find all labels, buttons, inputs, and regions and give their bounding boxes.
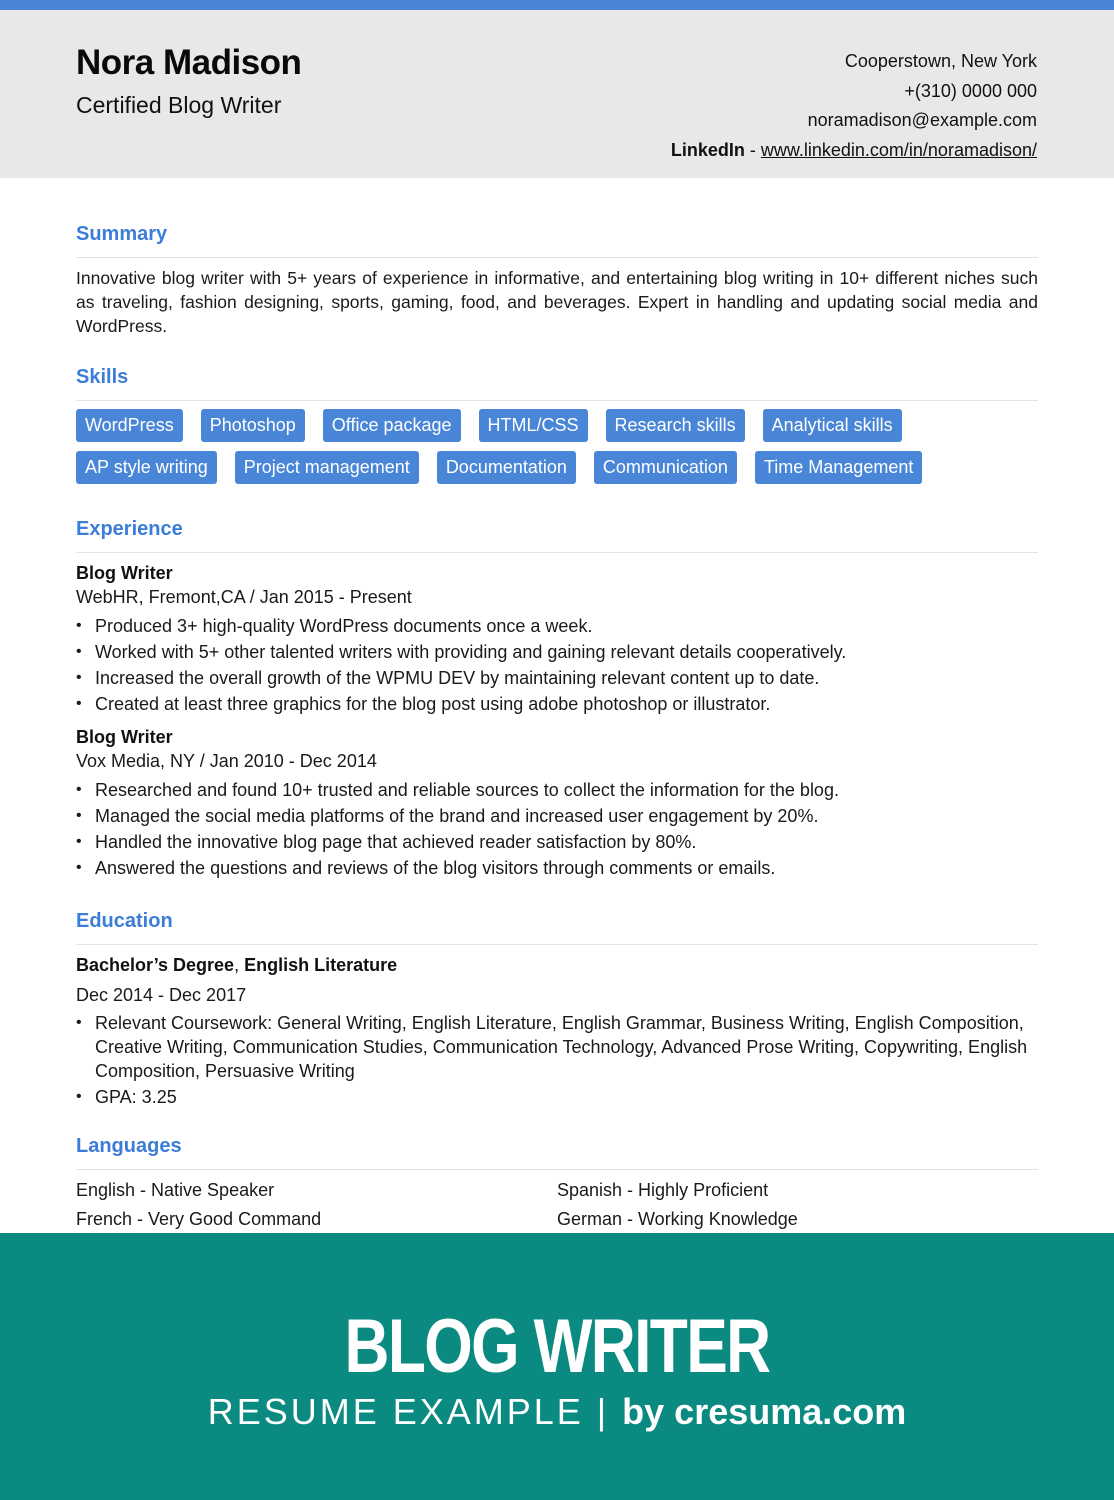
skills-section: Skills WordPress Photoshop Office packag…	[76, 363, 1038, 493]
candidate-name: Nora Madison	[76, 43, 302, 82]
contact-location: Cooperstown, New York	[844, 51, 1037, 71]
skill-tag: Project management	[234, 451, 419, 484]
summary-text: Innovative blog writer with 5+ years of …	[76, 268, 1038, 336]
section-title-experience: Experience	[76, 518, 183, 540]
skill-row: AP style writing Project management Docu…	[76, 451, 1038, 484]
bullet-item: Handled the innovative blog page that ac…	[76, 829, 1038, 855]
skill-tag: HTML/CSS	[478, 409, 588, 442]
section-divider	[76, 552, 1038, 553]
section-title-education: Education	[76, 910, 173, 932]
bullet-item: Relevant Coursework: General Writing, En…	[76, 1011, 1038, 1083]
degree-field: English Literature	[244, 955, 398, 975]
skill-tag: Office package	[322, 409, 461, 442]
promo-banner: BLOG WRITER RESUME EXAMPLE | by cresuma.…	[0, 1233, 1114, 1500]
section-divider	[76, 257, 1038, 258]
skill-tag: Analytical skills	[762, 409, 902, 442]
summary-section: Summary Innovative blog writer with 5+ y…	[76, 220, 1038, 338]
top-accent-bar	[0, 0, 1114, 10]
degree-separator: ,	[234, 955, 245, 975]
skill-tag: Time Management	[754, 451, 923, 484]
language-item: English - Native Speaker	[76, 1180, 275, 1200]
candidate-title: Certified Blog Writer	[76, 92, 282, 118]
job-role: Blog Writer	[76, 563, 173, 583]
job-bullets: Produced 3+ high-quality WordPress docum…	[76, 613, 1038, 717]
skill-tag: AP style writing	[76, 451, 217, 484]
experience-section: Experience Blog Writer WebHR, Fremont,CA…	[76, 515, 1038, 881]
education-section: Education Bachelor’s Degree, English Lit…	[76, 907, 1038, 1111]
languages-section: Languages English - Native Speaker Spani…	[76, 1132, 1038, 1234]
banner-site-credit: by cresuma.com	[622, 1391, 907, 1432]
bullet-item: Managed the social media platforms of th…	[76, 803, 1038, 829]
section-divider	[76, 944, 1038, 945]
bullet-item: Created at least three graphics for the …	[76, 691, 1038, 717]
skills-list: WordPress Photoshop Office package HTML/…	[76, 409, 1038, 484]
linkedin-link[interactable]: www.linkedin.com/in/noramadison/	[761, 140, 1037, 160]
section-divider	[76, 1169, 1038, 1170]
bullet-item: Increased the overall growth of the WPMU…	[76, 665, 1038, 691]
bullet-item: GPA: 3.25	[76, 1085, 1038, 1109]
skill-tag: Photoshop	[200, 409, 305, 442]
banner-subtitle: RESUME EXAMPLE | by cresuma.com	[0, 1391, 1114, 1433]
language-item: Spanish - Highly Proficient	[557, 1180, 769, 1200]
skill-tag: Communication	[593, 451, 737, 484]
bullet-item: Answered the questions and reviews of th…	[76, 855, 1038, 881]
resume-header: Nora Madison Certified Blog Writer Coope…	[0, 10, 1114, 178]
bullet-item: Worked with 5+ other talented writers wi…	[76, 639, 1038, 665]
job-entry: Blog Writer WebHR, Fremont,CA / Jan 2015…	[76, 561, 1038, 717]
degree-line: Bachelor’s Degree, English Literature	[76, 953, 1038, 977]
section-title-languages: Languages	[76, 1135, 182, 1157]
language-item: French - Very Good Command	[76, 1209, 322, 1229]
contact-phone: +(310) 0000 000	[904, 80, 1037, 101]
section-title-skills: Skills	[76, 366, 129, 388]
education-dates: Dec 2014 - Dec 2017	[76, 985, 247, 1005]
skill-row: WordPress Photoshop Office package HTML/…	[76, 409, 1038, 442]
contact-email: noramadison@example.com	[807, 110, 1037, 130]
job-bullets: Researched and found 10+ trusted and rel…	[76, 777, 1038, 881]
section-divider	[76, 400, 1038, 401]
job-meta: WebHR, Fremont,CA / Jan 2015 - Present	[76, 587, 412, 607]
contact-linkedin: LinkedIn - www.linkedin.com/in/noramadis…	[671, 136, 1037, 166]
job-meta: Vox Media, NY / Jan 2010 - Dec 2014	[76, 751, 377, 771]
skill-tag: Documentation	[436, 451, 576, 484]
contact-block: Cooperstown, New York +(310) 0000 000 no…	[671, 47, 1037, 165]
bullet-item: Researched and found 10+ trusted and rel…	[76, 777, 1038, 803]
bullet-item: Produced 3+ high-quality WordPress docum…	[76, 613, 1038, 639]
education-bullets: Relevant Coursework: General Writing, En…	[76, 1011, 1038, 1109]
linkedin-label: LinkedIn	[670, 139, 745, 160]
languages-list: English - Native Speaker Spanish - Highl…	[76, 1176, 1038, 1234]
section-title-summary: Summary	[76, 223, 168, 245]
linkedin-separator: -	[744, 139, 761, 160]
degree-name: Bachelor’s Degree	[76, 955, 235, 975]
skill-tag: Research skills	[605, 409, 745, 442]
banner-title: BLOG WRITER	[344, 1304, 771, 1389]
skill-tag: WordPress	[76, 409, 183, 442]
job-role: Blog Writer	[76, 727, 173, 747]
banner-subtitle-text: RESUME EXAMPLE |	[207, 1391, 623, 1432]
language-item: German - Working Knowledge	[557, 1209, 798, 1229]
job-entry: Blog Writer Vox Media, NY / Jan 2010 - D…	[76, 725, 1038, 881]
